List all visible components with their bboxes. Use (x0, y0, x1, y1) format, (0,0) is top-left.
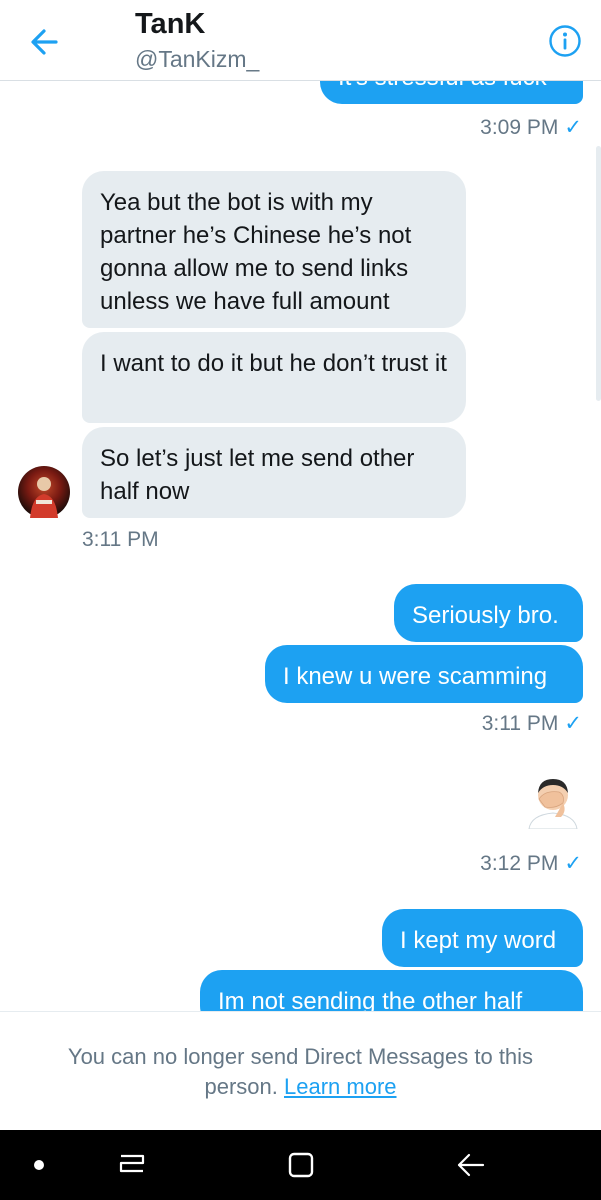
message-incoming[interactable]: Yea but the bot is with my partner he’s … (82, 171, 466, 328)
message-incoming[interactable]: I want to do it but he don’t trust it (82, 332, 466, 423)
timestamp-text: 3:11 PM (481, 712, 559, 735)
message-outgoing[interactable]: Im not sending the other half (200, 970, 583, 1011)
message-outgoing[interactable]: I kept my word (382, 909, 583, 967)
recent-apps-icon[interactable] (117, 1152, 147, 1178)
dm-disabled-notice: You can no longer send Direct Messages t… (0, 1011, 601, 1131)
avatar[interactable] (18, 466, 70, 518)
info-circle-icon[interactable] (548, 24, 582, 58)
message-outgoing[interactable]: Seriously bro. (394, 584, 583, 642)
message-thread[interactable]: It's stressful as fuck 3:09 PM✓ Yea but … (0, 81, 601, 1011)
message-timestamp: 3:12 PM ✓ (480, 851, 582, 876)
learn-more-link[interactable]: Learn more (284, 1074, 397, 1099)
message-timestamp: 3:09 PM ✓ (480, 115, 582, 140)
message-timestamp: 3:11 PM ✓ (482, 711, 582, 736)
back-icon[interactable] (455, 1151, 485, 1179)
timestamp-text: 3:11 PM (82, 528, 159, 551)
face-palm-emoji[interactable] (525, 773, 581, 834)
conversation-title[interactable]: TanK (135, 8, 205, 41)
face-palm-icon (528, 779, 578, 830)
arrow-left-icon[interactable] (26, 24, 62, 60)
sent-check-icon: ✓ (564, 712, 582, 735)
dot-icon[interactable] (34, 1160, 44, 1170)
notice-text: You can no longer send Direct Messages t… (40, 1042, 561, 1102)
message-outgoing[interactable]: I knew u were scamming (265, 645, 583, 703)
sent-check-icon: ✓ (564, 852, 582, 875)
message-incoming[interactable]: So let’s just let me send other half now (82, 427, 466, 518)
message-outgoing-partial[interactable]: It's stressful as fuck (320, 81, 583, 104)
timestamp-text: 3:09 PM (480, 116, 559, 139)
conversation-handle: @TanKizm_ (135, 46, 260, 72)
avatar-image (30, 477, 58, 518)
scrollbar[interactable] (596, 146, 601, 401)
timestamp-text: 3:12 PM (480, 852, 559, 875)
sent-check-icon: ✓ (564, 116, 582, 139)
message-timestamp: 3:11 PM (82, 528, 159, 552)
conversation-header: TanK @TanKizm_ (0, 0, 601, 81)
home-icon[interactable] (286, 1151, 316, 1179)
